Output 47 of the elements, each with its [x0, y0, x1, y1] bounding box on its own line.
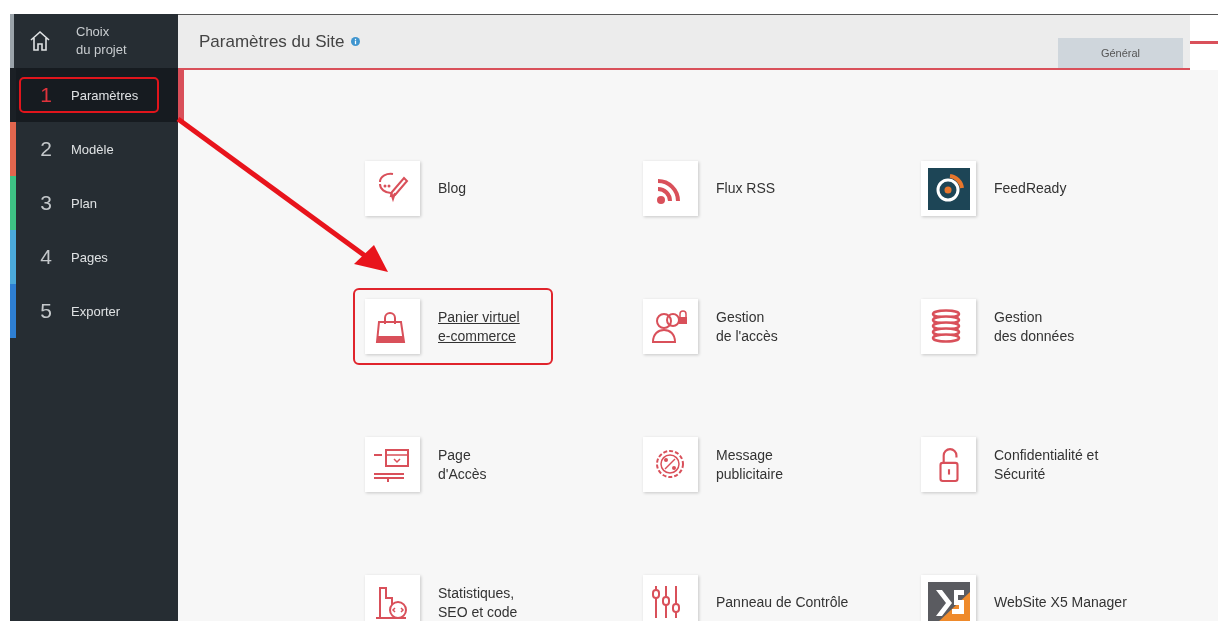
step-button[interactable]: 5 Exporter [19, 293, 159, 329]
page-title: Paramètres du Site [198, 31, 345, 53]
settings-item[interactable]: Blog [353, 150, 553, 227]
settings-label: Blog [438, 179, 467, 198]
settings-item[interactable]: Statistiques, SEO et code [353, 564, 553, 621]
settings-item[interactable]: Panneau de Contrôle [631, 564, 861, 621]
settings-label: Statistiques, SEO et code [438, 583, 518, 621]
settings-item[interactable]: Page d'Accès [353, 426, 553, 503]
step-button[interactable]: 4 Pages [19, 239, 159, 275]
step-button[interactable]: 1 Paramètres [19, 77, 159, 113]
project-label: Choix du projet [76, 23, 127, 59]
settings-label: Gestion des données [994, 307, 1075, 346]
settings-item[interactable]: FeedReady [909, 150, 1109, 227]
app-logo-icon [927, 581, 970, 621]
step-label: Modèle [71, 141, 114, 157]
step-button[interactable]: 3 Plan [19, 185, 159, 221]
settings-item[interactable]: Gestion de l'accès [631, 288, 831, 365]
settings-label: Panneau de Contrôle [716, 593, 849, 612]
settings-label: WebSite X5 Manager [994, 593, 1127, 612]
home-icon [28, 29, 52, 53]
settings-item[interactable]: Panier virtuel e-commerce [353, 288, 553, 365]
settings-item[interactable]: WebSite X5 Manager [909, 564, 1139, 621]
step-number: 5 [39, 299, 53, 323]
settings-item[interactable]: Flux RSS [631, 150, 831, 227]
step-label: Exporter [71, 303, 121, 319]
step-label: Paramètres [71, 87, 139, 103]
step-label: Pages [71, 249, 108, 265]
settings-label: FeedReady [994, 179, 1067, 198]
step-number: 4 [39, 245, 53, 269]
settings-label: Message publicitaire [716, 445, 783, 484]
step-number: 1 [39, 83, 53, 107]
settings-item[interactable]: Message publicitaire [631, 426, 831, 503]
step-label: Plan [71, 195, 98, 211]
settings-label: Flux RSS [716, 179, 776, 198]
info-icon[interactable] [350, 37, 360, 46]
settings-label: Confidentialité et Sécurité [994, 445, 1099, 484]
step-number: 3 [39, 191, 53, 215]
target-icon [927, 167, 970, 210]
settings-item[interactable]: Confidentialité et Sécurité [909, 426, 1111, 503]
step-number: 2 [39, 137, 53, 161]
settings-label: Page d'Accès [438, 445, 487, 484]
settings-label: Gestion de l'accès [716, 307, 778, 346]
padlock-icon [937, 447, 960, 482]
settings-item[interactable]: Gestion des données [909, 288, 1109, 365]
settings-label: Panier virtuel e-commerce [438, 307, 520, 346]
step-button[interactable]: 2 Modèle [19, 131, 159, 167]
tab[interactable]: Général [1058, 38, 1183, 68]
